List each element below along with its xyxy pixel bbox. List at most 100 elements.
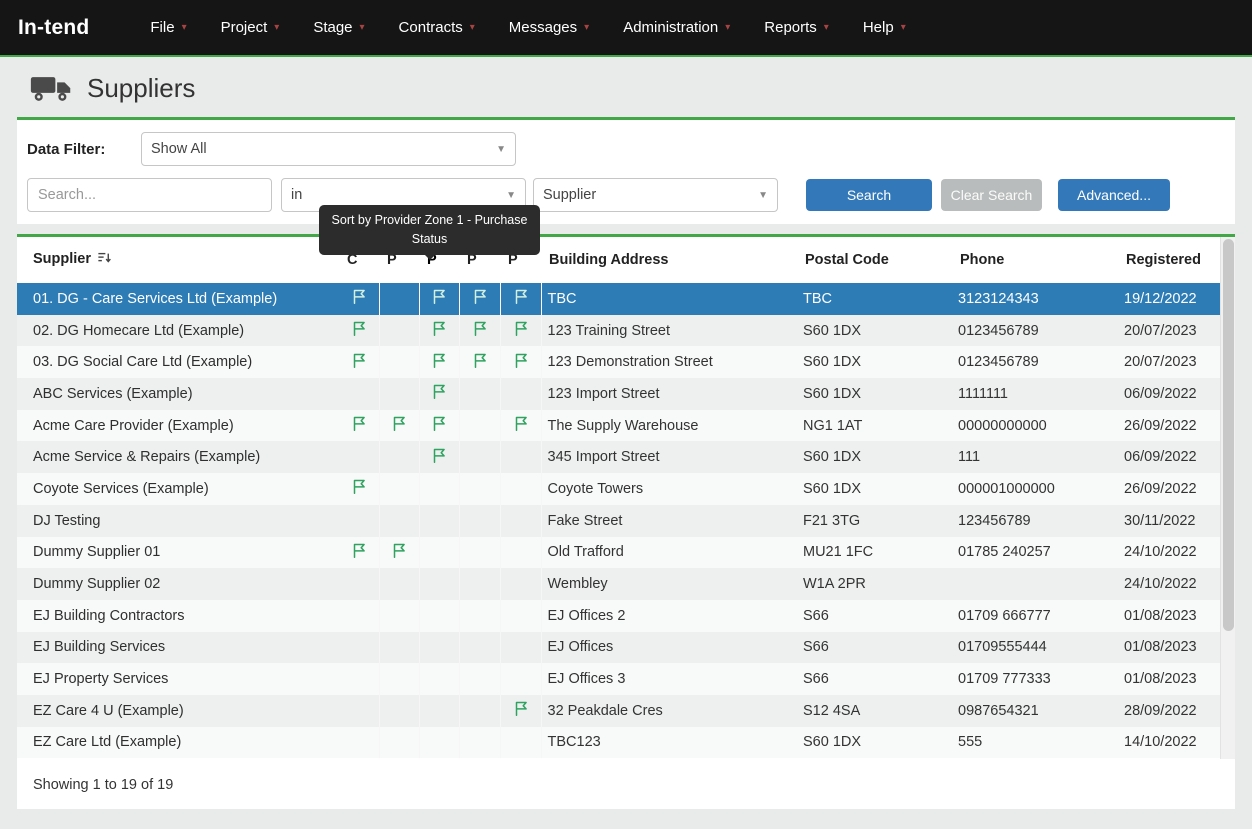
phone-cell: 01709555444	[952, 632, 1118, 664]
flag-cell	[379, 568, 419, 600]
table-row[interactable]: EJ Building ContractorsEJ Offices 2S6601…	[17, 600, 1220, 632]
flag-cell	[419, 410, 459, 442]
flag-cell	[379, 378, 419, 410]
caret-down-icon: ▾	[725, 22, 730, 33]
table-row[interactable]: Acme Care Provider (Example)The Supply W…	[17, 410, 1220, 442]
flag-cell	[339, 473, 379, 505]
flag-cell	[459, 695, 500, 727]
flag-cell	[339, 441, 379, 473]
column-header-phone[interactable]: Phone	[952, 237, 1118, 283]
search-field-select[interactable]: Supplier ▼	[533, 178, 778, 212]
table-row[interactable]: 01. DG - Care Services Ltd (Example)TBCT…	[17, 283, 1220, 315]
column-label: Supplier	[33, 251, 91, 267]
menu-label: Stage	[313, 19, 352, 36]
flag-cell	[459, 632, 500, 664]
column-header-supplier[interactable]: Supplier	[17, 237, 339, 283]
table-row[interactable]: 02. DG Homecare Ltd (Example)123 Trainin…	[17, 315, 1220, 347]
postal-cell: W1A 2PR	[797, 568, 952, 600]
flag-cell	[339, 632, 379, 664]
table-row[interactable]: ABC Services (Example)123 Import StreetS…	[17, 378, 1220, 410]
flag-cell	[419, 283, 459, 315]
column-label: Phone	[960, 252, 1004, 268]
table-row[interactable]: Acme Service & Repairs (Example)345 Impo…	[17, 441, 1220, 473]
flag-cell	[419, 537, 459, 569]
flag-cell	[500, 346, 541, 378]
supplier-cell: Coyote Services (Example)	[17, 473, 339, 505]
column-header-registered[interactable]: Registered	[1118, 237, 1220, 283]
flag-cell	[459, 663, 500, 695]
flag-cell	[379, 505, 419, 537]
flag-cell	[419, 663, 459, 695]
flag-icon	[351, 288, 367, 305]
advanced-button[interactable]: Advanced...	[1058, 179, 1170, 211]
clear-search-button[interactable]: Clear Search	[941, 179, 1042, 211]
flag-cell	[379, 537, 419, 569]
table-row[interactable]: 03. DG Social Care Ltd (Example) 123 Demo…	[17, 346, 1220, 378]
table-row[interactable]: EJ Property ServicesEJ Offices 3S6601709…	[17, 663, 1220, 695]
column-header-postal[interactable]: Postal Code	[797, 237, 952, 283]
supplier-cell: 03. DG Social Care Ltd (Example)	[17, 346, 339, 378]
address-cell: 345 Import Street	[541, 441, 797, 473]
flag-icon	[351, 352, 367, 369]
table-footer: Showing 1 to 19 of 19	[33, 777, 173, 793]
flag-icon	[351, 542, 367, 559]
address-cell: 123 Demonstration Street	[541, 346, 797, 378]
supplier-cell: EJ Building Services	[17, 632, 339, 664]
table-row[interactable]: DJ TestingFake StreetF21 3TG12345678930/…	[17, 505, 1220, 537]
search-button[interactable]: Search	[806, 179, 932, 211]
menu-label: File	[150, 19, 174, 36]
menu-stage[interactable]: Stage▾	[296, 0, 381, 55]
vertical-scrollbar[interactable]	[1220, 237, 1235, 759]
registered-cell: 01/08/2023	[1118, 663, 1220, 695]
data-filter-select[interactable]: Show All ▼	[141, 132, 516, 166]
flag-cell	[459, 283, 500, 315]
table-row[interactable]: Coyote Services (Example)Coyote TowersS6…	[17, 473, 1220, 505]
table-body: 01. DG - Care Services Ltd (Example)TBCT…	[17, 283, 1220, 758]
flag-cell	[500, 663, 541, 695]
flag-cell	[419, 695, 459, 727]
flag-icon	[351, 415, 367, 432]
column-header-address[interactable]: Building Address	[541, 237, 797, 283]
flag-cell	[500, 378, 541, 410]
table-row[interactable]: Dummy Supplier 02WembleyW1A 2PR24/10/202…	[17, 568, 1220, 600]
menu-messages[interactable]: Messages▾	[492, 0, 606, 55]
table-row[interactable]: Dummy Supplier 01Old TraffordMU21 1FC017…	[17, 537, 1220, 569]
flag-icon	[431, 288, 447, 305]
suppliers-table: SupplierCPPPPBuilding AddressPostal Code…	[17, 237, 1221, 758]
registered-cell: 01/08/2023	[1118, 632, 1220, 664]
table-header-row: SupplierCPPPPBuilding AddressPostal Code…	[17, 237, 1220, 283]
menu-help[interactable]: Help▾	[846, 0, 923, 55]
flag-cell	[459, 410, 500, 442]
flag-cell	[459, 600, 500, 632]
supplier-cell: EZ Care Ltd (Example)	[17, 727, 339, 759]
flag-cell	[339, 695, 379, 727]
flag-cell	[379, 315, 419, 347]
postal-cell: S60 1DX	[797, 473, 952, 505]
postal-cell: S60 1DX	[797, 441, 952, 473]
phone-cell: 555	[952, 727, 1118, 759]
search-in-value: in	[291, 187, 302, 203]
phone-cell: 3123124343	[952, 283, 1118, 315]
search-input[interactable]	[27, 178, 272, 212]
menu-file[interactable]: File▾	[133, 0, 203, 55]
menu-project[interactable]: Project▾	[204, 0, 297, 55]
flag-cell	[379, 663, 419, 695]
menu-administration[interactable]: Administration▾	[606, 0, 747, 55]
table-row[interactable]: EZ Care Ltd (Example)TBC123S60 1DX55514/…	[17, 727, 1220, 759]
address-cell: EJ Offices	[541, 632, 797, 664]
flag-cell	[500, 315, 541, 347]
column-label: Building Address	[549, 252, 669, 268]
menu-reports[interactable]: Reports▾	[747, 0, 846, 55]
phone-cell: 1111111	[952, 378, 1118, 410]
menu-contracts[interactable]: Contracts▾	[382, 0, 492, 55]
flag-cell	[379, 283, 419, 315]
table-row[interactable]: EZ Care 4 U (Example)32 Peakdale CresS12…	[17, 695, 1220, 727]
registered-cell: 30/11/2022	[1118, 505, 1220, 537]
table-row[interactable]: EJ Building ServicesEJ OfficesS660170955…	[17, 632, 1220, 664]
supplier-cell: DJ Testing	[17, 505, 339, 537]
flag-cell	[419, 473, 459, 505]
scrollbar-thumb[interactable]	[1223, 239, 1234, 631]
registered-cell: 06/09/2022	[1118, 378, 1220, 410]
address-cell: EJ Offices 2	[541, 600, 797, 632]
flag-cell	[500, 441, 541, 473]
